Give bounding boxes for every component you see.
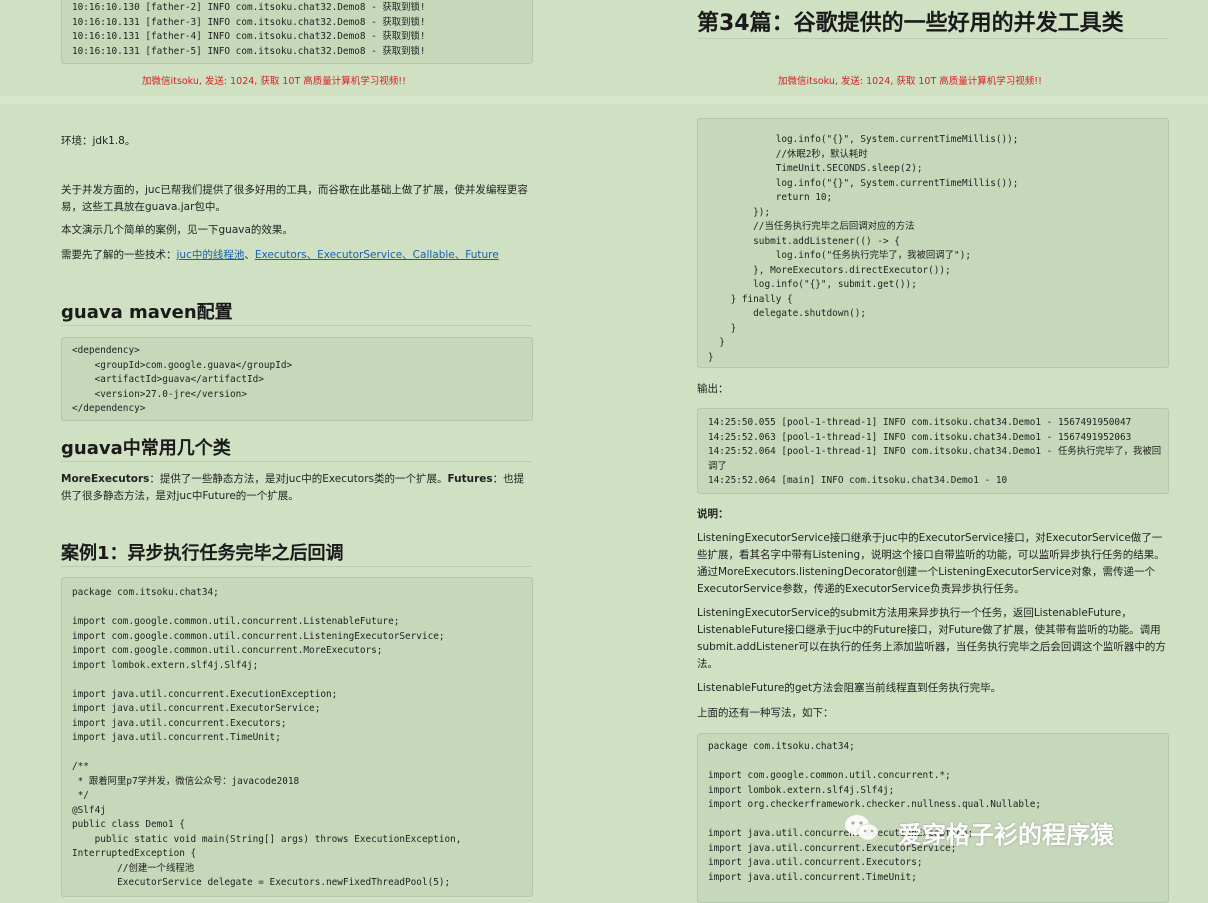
code-line: * 跟着阿里p7学并发，微信公众号：javacode2018 [72,775,300,787]
note-paragraph-2: ListeningExecutorService的submit方法用来异步执行一… [697,607,1166,670]
code-line: package com.itsoku.chat34; [708,741,855,752]
output-log: 14:25:50.055 [pool-1-thread-1] INFO com.… [708,416,1168,489]
promo-left: 加微信itsoku, 发送: 1024, 获取 10T 高质量计算机学习视频!! [142,76,406,87]
prereq-sep: 、 [244,249,255,261]
log-line: 14:25:50.055 [pool-1-thread-1] INFO com.… [708,417,1132,428]
code-bottom: package com.itsoku.chat34; import com.go… [708,740,1168,885]
log-line: 10:16:10.131 [father-3] INFO com.itsoku.… [72,16,426,28]
alt-label: 上面的还有一种写法，如下： [697,707,834,719]
code-line: InterruptedException { [72,848,197,859]
log-line: 14:25:52.063 [pool-1-thread-1] INFO com.… [708,431,1132,443]
code-line: delegate.shutdown(); [708,308,867,319]
futures-term: Futures [447,473,493,485]
article-title: 第34篇：谷歌提供的一些好用的并发工具类 [697,11,1124,36]
heading-maven-rule [61,325,532,326]
heading-classes: guava中常用几个类 [61,438,231,459]
page-divider [0,96,1208,104]
code-line: //当任务执行完毕之后回调对应的方法 [708,221,915,232]
maven-code: <dependency> <groupId>com.google.guava</… [72,344,532,417]
log-line: 14:25:52.064 [main] INFO com.itsoku.chat… [708,475,1008,486]
code-line: import java.util.concurrent.TimeUnit; [708,871,917,883]
heading-case1-rule [61,566,532,567]
code-line: <groupId>com.google.guava</groupId> [72,359,293,371]
note-paragraph-3: ListenableFuture的get方法会阻塞当前线程直到任务执行完毕。 [697,682,1002,694]
code-line: } finally { [708,293,793,305]
intro-paragraph-2: 本文演示几个简单的案例，见一下guava的效果。 [61,224,293,236]
code-line: TimeUnit.SECONDS.sleep(2); [708,163,923,174]
promo-right: 加微信itsoku, 发送: 1024, 获取 10T 高质量计算机学习视频!! [778,76,1042,87]
code-line: public static void main(String[] args) t… [72,833,462,845]
moreexecutors-term: MoreExecutors [61,473,150,485]
code-line: } [708,351,714,363]
code-line: <artifactId>guava</artifactId> [72,374,264,385]
log-line: 10:16:10.131 [father-4] INFO com.itsoku.… [72,31,426,42]
code-line: import com.google.common.util.concurrent… [72,630,445,642]
footer-watermark: 爱穿格子衫的程序猿 [898,821,1114,849]
intro-paragraph-1: 关于并发方面的，juc已帮我们提供了很多好用的工具，而谷歌在此基础上做了扩展，使… [61,184,528,213]
output-label: 输出： [697,383,729,395]
code-line: <version>27.0-jre</version> [72,388,247,400]
code-line: import java.util.concurrent.ExecutionExc… [72,688,338,700]
classes-desc-1: ：提供了一些静态方法，是对juc中的Executors类的一个扩展。 [149,473,448,485]
code-line: return 10; [708,192,833,203]
note-paragraph-1: ListeningExecutorService接口继承于juc中的Execut… [697,532,1165,595]
code-line: import com.google.common.util.concurrent… [708,770,951,781]
heading-classes-rule [61,461,532,462]
code-line: log.info("{}", submit.get()); [708,279,917,290]
note-label: 说明： [697,508,729,520]
output-box: 14:25:50.055 [pool-1-thread-1] INFO com.… [697,408,1169,494]
code-line: import lombok.extern.slf4j.Slf4j; [72,659,259,671]
link-executors[interactable]: Executors、ExecutorService、Callable、Futur… [255,249,499,261]
code-line: import com.google.common.util.concurrent… [72,616,400,627]
code-line: submit.addListener(() -> { [708,235,900,247]
code-line: log.info("{}", System.currentTimeMillis(… [708,134,1019,145]
code-line: //休眠2秒，默认耗时 [708,148,868,160]
heading-maven: guava maven配置 [61,302,233,323]
case1-code: package com.itsoku.chat34; import com.go… [72,586,532,891]
code-line: import java.util.concurrent.Executors; [708,857,923,868]
code-line: @Slf4j [72,804,106,816]
code-line: }); [708,206,771,218]
case1-code-box: package com.itsoku.chat34; import com.go… [61,577,533,897]
code-line: import com.google.common.util.concurrent… [72,645,383,656]
code-line: } [708,322,737,334]
maven-code-box: <dependency> <groupId>com.google.guava</… [61,337,533,421]
code-line: /** [72,761,89,772]
code-line: import java.util.concurrent.TimeUnit; [72,732,281,743]
code-line: log.info("{}", System.currentTimeMillis(… [708,177,1019,189]
log-line: 10:16:10.130 [father-2] INFO com.itsoku.… [72,2,426,13]
code-line: log.info("任务执行完毕了，我被回调了"); [708,250,971,261]
code-line: */ [72,790,89,801]
wechat-icon [845,815,879,841]
code-line: import java.util.concurrent.ExecutorServ… [72,703,321,714]
link-juc-threadpool[interactable]: juc中的线程池 [177,249,245,261]
env-text: 环境：jdk1.8。 [61,135,136,147]
code-line: public class Demo1 { [72,819,185,830]
prereq-paragraph: 需要先了解的一些技术：juc中的线程池、Executors、ExecutorSe… [61,247,531,264]
code-line: import lombok.extern.slf4j.Slf4j; [708,784,895,796]
top-log-box: 10:16:10.130 [father-2] INFO com.itsoku.… [61,0,533,64]
code-line: }, MoreExecutors.directExecutor()); [708,264,951,276]
code-line: <dependency> [72,345,140,356]
code-line: ExecutorService delegate = Executors.new… [72,877,451,888]
heading-case1: 案例1：异步执行任务完毕之后回调 [61,543,344,564]
code-line: } [708,337,725,348]
code-top: log.info("{}", System.currentTimeMillis(… [708,133,1168,365]
title-rule [697,38,1168,39]
code-line: //创建一个线程池 [72,862,195,874]
classes-paragraph: MoreExecutors：提供了一些静态方法，是对juc中的Executors… [61,471,531,505]
log-line: 14:25:52.064 [pool-1-thread-1] INFO com.… [708,446,1162,457]
log-line: 调了 [708,460,727,472]
code-top-box: log.info("{}", System.currentTimeMillis(… [697,118,1169,368]
prereq-label: 需要先了解的一些技术： [61,249,177,261]
code-line: import org.checkerframework.checker.null… [708,799,1042,810]
log-line: 10:16:10.131 [father-5] INFO com.itsoku.… [72,45,426,57]
code-line: package com.itsoku.chat34; [72,587,219,598]
code-line: import java.util.concurrent.Executors; [72,717,287,729]
top-log-text: 10:16:10.130 [father-2] INFO com.itsoku.… [72,1,532,59]
code-line: </dependency> [72,403,146,414]
